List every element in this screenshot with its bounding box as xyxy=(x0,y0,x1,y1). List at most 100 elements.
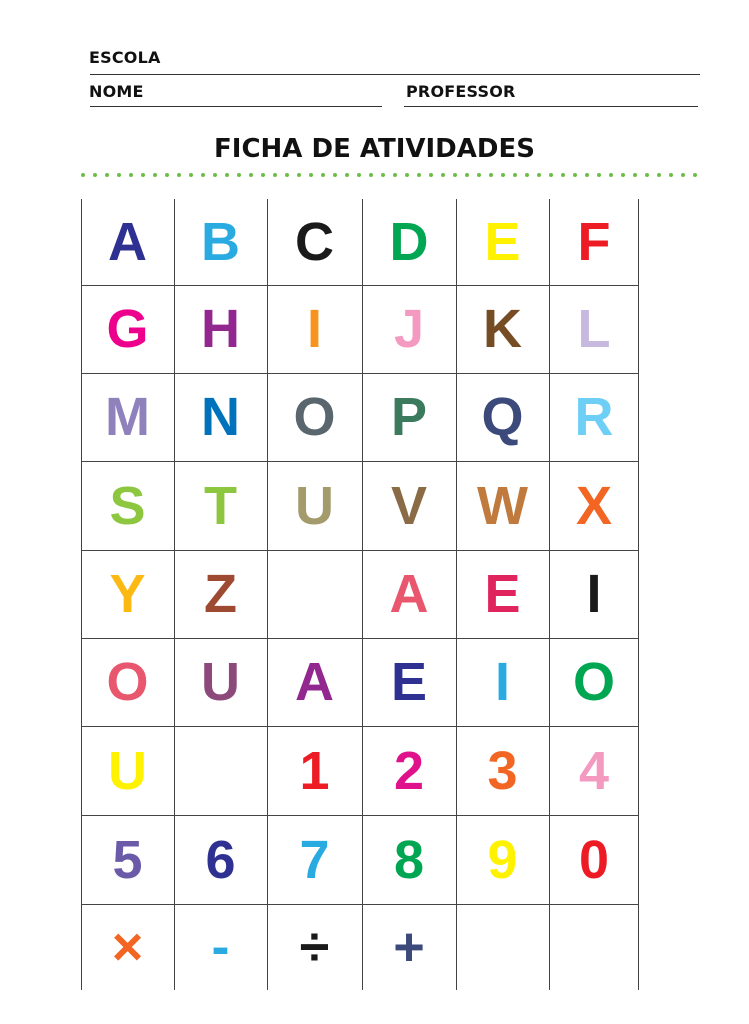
divider-dot xyxy=(249,173,253,177)
divider-dot xyxy=(453,173,457,177)
divider-dot xyxy=(417,173,421,177)
grid-cell: O xyxy=(106,652,149,712)
divider-dot xyxy=(477,173,481,177)
professor-field-line[interactable] xyxy=(404,106,698,107)
divider-dot xyxy=(165,173,169,177)
alphabet-grid: ABCDEFGHIJKLMNOPQRSTUVWXYZAEIOUAEIOU1234… xyxy=(81,199,639,990)
grid-cell: 3 xyxy=(487,740,518,801)
grid-cell: 8 xyxy=(393,829,425,890)
grid-cell: A xyxy=(389,564,429,624)
divider-dot xyxy=(393,173,397,177)
grid-cell: E xyxy=(390,652,428,712)
grid-cell: H xyxy=(201,299,240,359)
divider-dot xyxy=(141,173,145,177)
grid-cell: F xyxy=(577,212,611,272)
grid-row-line xyxy=(81,285,639,286)
divider-dot xyxy=(297,173,301,177)
divider-dot xyxy=(633,173,637,177)
divider-dot xyxy=(429,173,433,177)
grid-column-line xyxy=(638,199,639,990)
divider-dot xyxy=(81,173,85,177)
divider-dot xyxy=(501,173,505,177)
grid-row-line xyxy=(81,815,639,816)
grid-cell: T xyxy=(204,475,237,536)
grid-cell: S xyxy=(109,475,146,536)
divider-dot xyxy=(285,173,289,177)
nome-field-line[interactable] xyxy=(90,106,382,107)
grid-cell: A xyxy=(295,652,334,712)
grid-cell xyxy=(456,904,549,990)
grid-cell: W xyxy=(477,475,528,536)
grid-cell: + xyxy=(393,917,425,977)
divider-dot xyxy=(549,173,553,177)
page-title: FICHA DE ATIVIDADES xyxy=(214,134,535,164)
grid-cell: 7 xyxy=(299,829,330,890)
grid-cell: I xyxy=(306,299,322,359)
divider-dot xyxy=(309,173,313,177)
divider-dot xyxy=(189,173,193,177)
divider-dot xyxy=(405,173,409,177)
divider-dot xyxy=(345,173,349,177)
grid-cell: E xyxy=(484,212,521,272)
divider-dot xyxy=(657,173,661,177)
professor-label: PROFESSOR xyxy=(406,82,516,101)
grid-cell: V xyxy=(390,475,428,536)
grid-cell xyxy=(174,726,267,815)
grid-row-line xyxy=(81,550,639,551)
escola-label: ESCOLA xyxy=(89,48,161,67)
grid-cell: 4 xyxy=(578,740,610,801)
grid-column-line xyxy=(174,199,175,990)
grid-row-line xyxy=(81,904,639,905)
grid-cell: X xyxy=(575,475,613,536)
divider-dot xyxy=(273,173,277,177)
divider-dot xyxy=(333,173,337,177)
divider-dot xyxy=(261,173,265,177)
divider-dot xyxy=(237,173,241,177)
divider-dot xyxy=(597,173,601,177)
escola-field-line[interactable] xyxy=(90,74,700,75)
grid-cell: Q xyxy=(481,387,524,447)
grid-column-line xyxy=(549,199,550,990)
divider-dot xyxy=(585,173,589,177)
grid-cell: 5 xyxy=(112,829,143,890)
grid-row-line xyxy=(81,373,639,374)
divider-dot xyxy=(93,173,97,177)
grid-cell: O xyxy=(293,387,336,447)
grid-cell: Z xyxy=(204,564,237,624)
divider-dot xyxy=(381,173,385,177)
grid-cell xyxy=(267,550,362,638)
grid-cell xyxy=(549,904,639,990)
grid-row-line xyxy=(81,726,639,727)
grid-cell: U xyxy=(201,652,240,712)
grid-cell: 6 xyxy=(205,829,236,890)
divider-dot xyxy=(321,173,325,177)
grid-cell: 0 xyxy=(578,829,610,890)
grid-cell: - xyxy=(211,917,230,977)
grid-cell: L xyxy=(577,299,611,359)
grid-cell: U xyxy=(295,475,334,536)
grid-cell: R xyxy=(574,387,614,447)
divider-dot xyxy=(201,173,205,177)
divider-dot xyxy=(561,173,565,177)
grid-cell: 9 xyxy=(487,829,518,890)
grid-column-line xyxy=(456,199,457,990)
grid-cell: Y xyxy=(109,564,146,624)
grid-cell: I xyxy=(494,652,510,712)
grid-cell: × xyxy=(111,917,144,977)
divider-dot xyxy=(105,173,109,177)
grid-row-line xyxy=(81,638,639,639)
divider-dot xyxy=(645,173,649,177)
divider-dot xyxy=(525,173,529,177)
divider-dot xyxy=(369,173,373,177)
grid-cell: N xyxy=(201,387,240,447)
divider-dot xyxy=(681,173,685,177)
divider-dot xyxy=(177,173,181,177)
divider-dot xyxy=(213,173,217,177)
dotted-divider xyxy=(81,173,697,177)
grid-cell: K xyxy=(483,299,522,359)
grid-column-line xyxy=(362,199,363,990)
grid-cell: M xyxy=(105,387,150,447)
grid-cell: U xyxy=(108,740,147,801)
grid-cell: C xyxy=(295,212,334,272)
divider-dot xyxy=(153,173,157,177)
